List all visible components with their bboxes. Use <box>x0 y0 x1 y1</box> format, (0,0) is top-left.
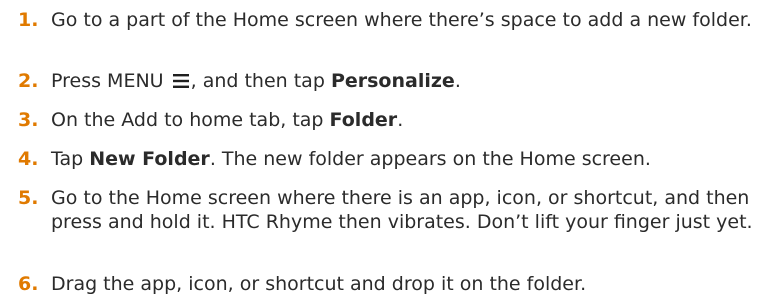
step-text-mid: , and then tap <box>190 70 325 92</box>
step-number: 4. <box>18 148 39 170</box>
step-text: Tap New Folder. The new folder appears o… <box>51 147 756 171</box>
step-text-post: . <box>397 109 404 131</box>
personalize-label: Personalize <box>330 70 455 92</box>
step-2: 2. Press MENU , and then tap Personalize… <box>0 69 764 93</box>
step-text: Go to a part of the Home screen where th… <box>51 9 752 31</box>
step-4: 4. Tap New Folder. The new folder appear… <box>0 147 764 171</box>
step-3: 3. On the Add to home tab, tap Folder. <box>0 108 764 132</box>
step-6: 6. Drag the app, icon, or shortcut and d… <box>0 272 764 296</box>
step-text: Press MENU , and then tap Personalize. <box>51 69 756 95</box>
step-number: 6. <box>18 273 39 295</box>
step-5: 5. Go to the Home screen where there is … <box>0 186 764 258</box>
step-number: 2. <box>18 70 39 92</box>
step-text-post: . <box>454 70 461 92</box>
step-number: 3. <box>18 109 39 131</box>
step-text-post: . The new folder appears on the Home scr… <box>209 148 651 170</box>
new-folder-label: New Folder <box>89 148 210 170</box>
step-text: On the Add to home tab, tap Folder. <box>51 108 756 132</box>
step-text: Go to the Home screen where there is an … <box>51 187 753 233</box>
step-text-pre: Press MENU <box>51 70 164 92</box>
instruction-steps: 1. Go to a part of the Home screen where… <box>0 0 764 295</box>
step-number: 1. <box>18 9 39 31</box>
step-number: 5. <box>18 187 39 209</box>
step-text-pre: Tap <box>51 148 84 170</box>
step-1: 1. Go to a part of the Home screen where… <box>0 8 764 56</box>
folder-label: Folder <box>329 109 398 131</box>
step-text-pre: On the Add to home tab, tap <box>51 109 324 131</box>
menu-icon <box>172 71 190 95</box>
step-text: Drag the app, icon, or shortcut and drop… <box>51 273 587 295</box>
